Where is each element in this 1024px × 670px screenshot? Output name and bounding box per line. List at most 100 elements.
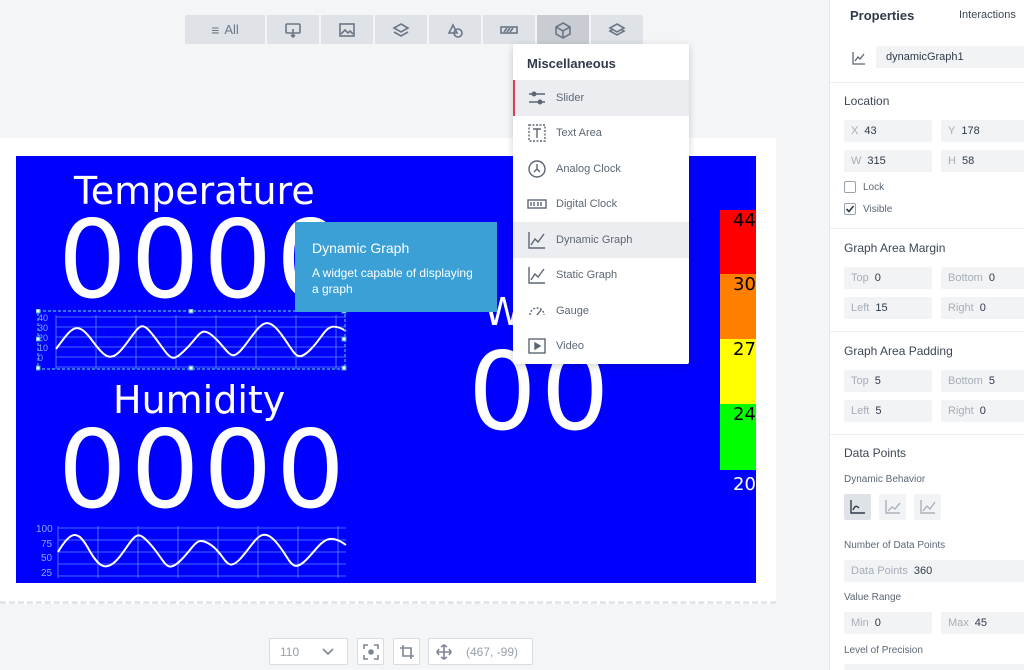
layers-icon: [392, 22, 410, 37]
h-field[interactable]: H 58: [941, 150, 1024, 172]
crop-button[interactable]: [393, 638, 420, 665]
colorbar-value: 27: [733, 339, 756, 360]
misc-category-button[interactable]: [537, 15, 589, 44]
num-points-label: Number of Data Points: [844, 540, 946, 551]
move-icon: [436, 643, 452, 660]
progress-category-button[interactable]: [483, 15, 535, 44]
x-field[interactable]: X 43: [844, 120, 932, 142]
padding-bottom-field[interactable]: Bottom 5: [941, 370, 1024, 392]
behavior-option-2[interactable]: [879, 494, 906, 520]
top-label: Top: [851, 272, 869, 284]
tab-interactions[interactable]: Interactions: [959, 9, 1016, 21]
margin-bottom-value: 0: [988, 272, 995, 284]
min-value: 0: [874, 617, 881, 629]
resize-handle[interactable]: [36, 309, 41, 314]
dynamic-behavior-label: Dynamic Behavior: [844, 474, 926, 485]
zoom-select[interactable]: 110: [269, 638, 348, 665]
cube-icon: [555, 21, 571, 39]
shapes-category-button[interactable]: [429, 15, 481, 44]
menu-item-label: Analog Clock: [556, 162, 621, 175]
resize-handle[interactable]: [188, 309, 194, 314]
min-field[interactable]: Min 0: [844, 612, 932, 634]
colorbar-value: 24: [733, 404, 756, 425]
margin-left-value: 15: [875, 302, 888, 314]
humidity-value[interactable]: 0000: [58, 406, 349, 536]
margin-right-field[interactable]: Right 0: [941, 297, 1024, 319]
selection-box[interactable]: [37, 310, 346, 370]
right-label: Right: [948, 302, 974, 314]
resize-handle[interactable]: [36, 336, 41, 342]
margin-top-field[interactable]: Top 0: [844, 267, 932, 289]
dynamic-graph-2[interactable]: 100 75 50 25: [36, 520, 348, 580]
analog-clock-icon: [528, 160, 546, 178]
menu-item-text-area[interactable]: Text Area: [513, 116, 689, 152]
focus-button[interactable]: [357, 638, 384, 665]
widget-name-field[interactable]: dynamicGraph1: [876, 46, 1024, 68]
image-category-button[interactable]: [321, 15, 373, 44]
menu-icon: ≡: [211, 21, 220, 38]
visible-checkbox[interactable]: [844, 203, 856, 215]
behavior-option-3[interactable]: [914, 494, 941, 520]
graph1-tick: 40: [38, 313, 48, 323]
margin-bottom-field[interactable]: Bottom 0: [941, 267, 1024, 289]
data-points-field[interactable]: Data Points 360: [844, 560, 1024, 582]
data-points-value: 360: [913, 565, 933, 577]
resize-handle[interactable]: [188, 365, 194, 371]
slider-icon: [529, 91, 545, 105]
layers-category-button[interactable]: [375, 15, 427, 44]
location-title: Location: [844, 94, 890, 108]
menu-item-slider[interactable]: Slider: [513, 80, 689, 116]
gauge-icon: [529, 307, 545, 316]
menu-item-label: Digital Clock: [556, 198, 618, 211]
max-label: Max: [948, 617, 969, 629]
menu-item-video[interactable]: Video: [513, 329, 689, 365]
colorbar-value: 30: [733, 274, 756, 295]
menu-item-label: Gauge: [556, 304, 590, 317]
max-value: 45: [974, 617, 988, 629]
margin-right-value: 0: [979, 302, 986, 314]
digital-clock-icon: [527, 199, 547, 209]
menu-item-digital-clock[interactable]: Digital Clock: [513, 187, 689, 223]
resize-handle[interactable]: [36, 365, 41, 371]
max-field[interactable]: Max 45: [941, 612, 1024, 634]
graph2-tick: 25: [41, 568, 53, 579]
y-field[interactable]: Y 178: [941, 120, 1024, 142]
dynamic-graph-1[interactable]: 40 30 20 10 0: [36, 309, 348, 373]
graph2-tick: 50: [41, 553, 53, 564]
touch-category-button[interactable]: [267, 15, 319, 44]
graph1-tick: 0: [38, 353, 43, 363]
widget-toolbar: ≡ All: [185, 15, 643, 44]
bottom-label: Bottom: [948, 272, 983, 284]
padding-left-field[interactable]: Left 5: [844, 400, 932, 422]
lock-checkbox[interactable]: [844, 181, 856, 193]
graph-wrap-icon: [919, 500, 936, 514]
precision-field[interactable]: [844, 664, 1024, 670]
menu-item-analog-clock[interactable]: Analog Clock: [513, 151, 689, 187]
padding-right-field[interactable]: Right 0: [941, 400, 1024, 422]
colorbar-segment: 44: [720, 210, 756, 274]
stack-category-button[interactable]: [591, 15, 643, 44]
padding-top-field[interactable]: Top 5: [844, 370, 932, 392]
data-points-title: Data Points: [844, 446, 907, 460]
resize-handle[interactable]: [341, 365, 347, 371]
margin-left-field[interactable]: Left 15: [844, 297, 932, 319]
all-button[interactable]: ≡ All: [185, 15, 265, 44]
menu-header: Miscellaneous: [527, 56, 616, 71]
bottom-label: Bottom: [948, 375, 983, 387]
check-icon: [845, 205, 855, 213]
colorbar-segment: 30: [720, 274, 756, 339]
properties-panel: Properties Interactions dynamicGraph1 Lo…: [829, 0, 1024, 670]
graph-scroll-icon: [849, 500, 865, 514]
tab-properties[interactable]: Properties: [850, 8, 914, 23]
resize-handle[interactable]: [341, 336, 347, 342]
video-icon: [528, 338, 546, 354]
menu-item-gauge[interactable]: Gauge: [513, 293, 689, 329]
widget-name-value: dynamicGraph1: [886, 51, 964, 63]
progress-icon: [500, 25, 518, 34]
x-label: X: [851, 125, 859, 137]
behavior-option-1[interactable]: [844, 494, 871, 520]
w-field[interactable]: W 315: [844, 150, 932, 172]
menu-item-static-graph[interactable]: Static Graph: [513, 258, 689, 294]
menu-item-dynamic-graph[interactable]: Dynamic Graph: [513, 222, 689, 258]
coordinates-display: (467, -99): [428, 638, 533, 665]
